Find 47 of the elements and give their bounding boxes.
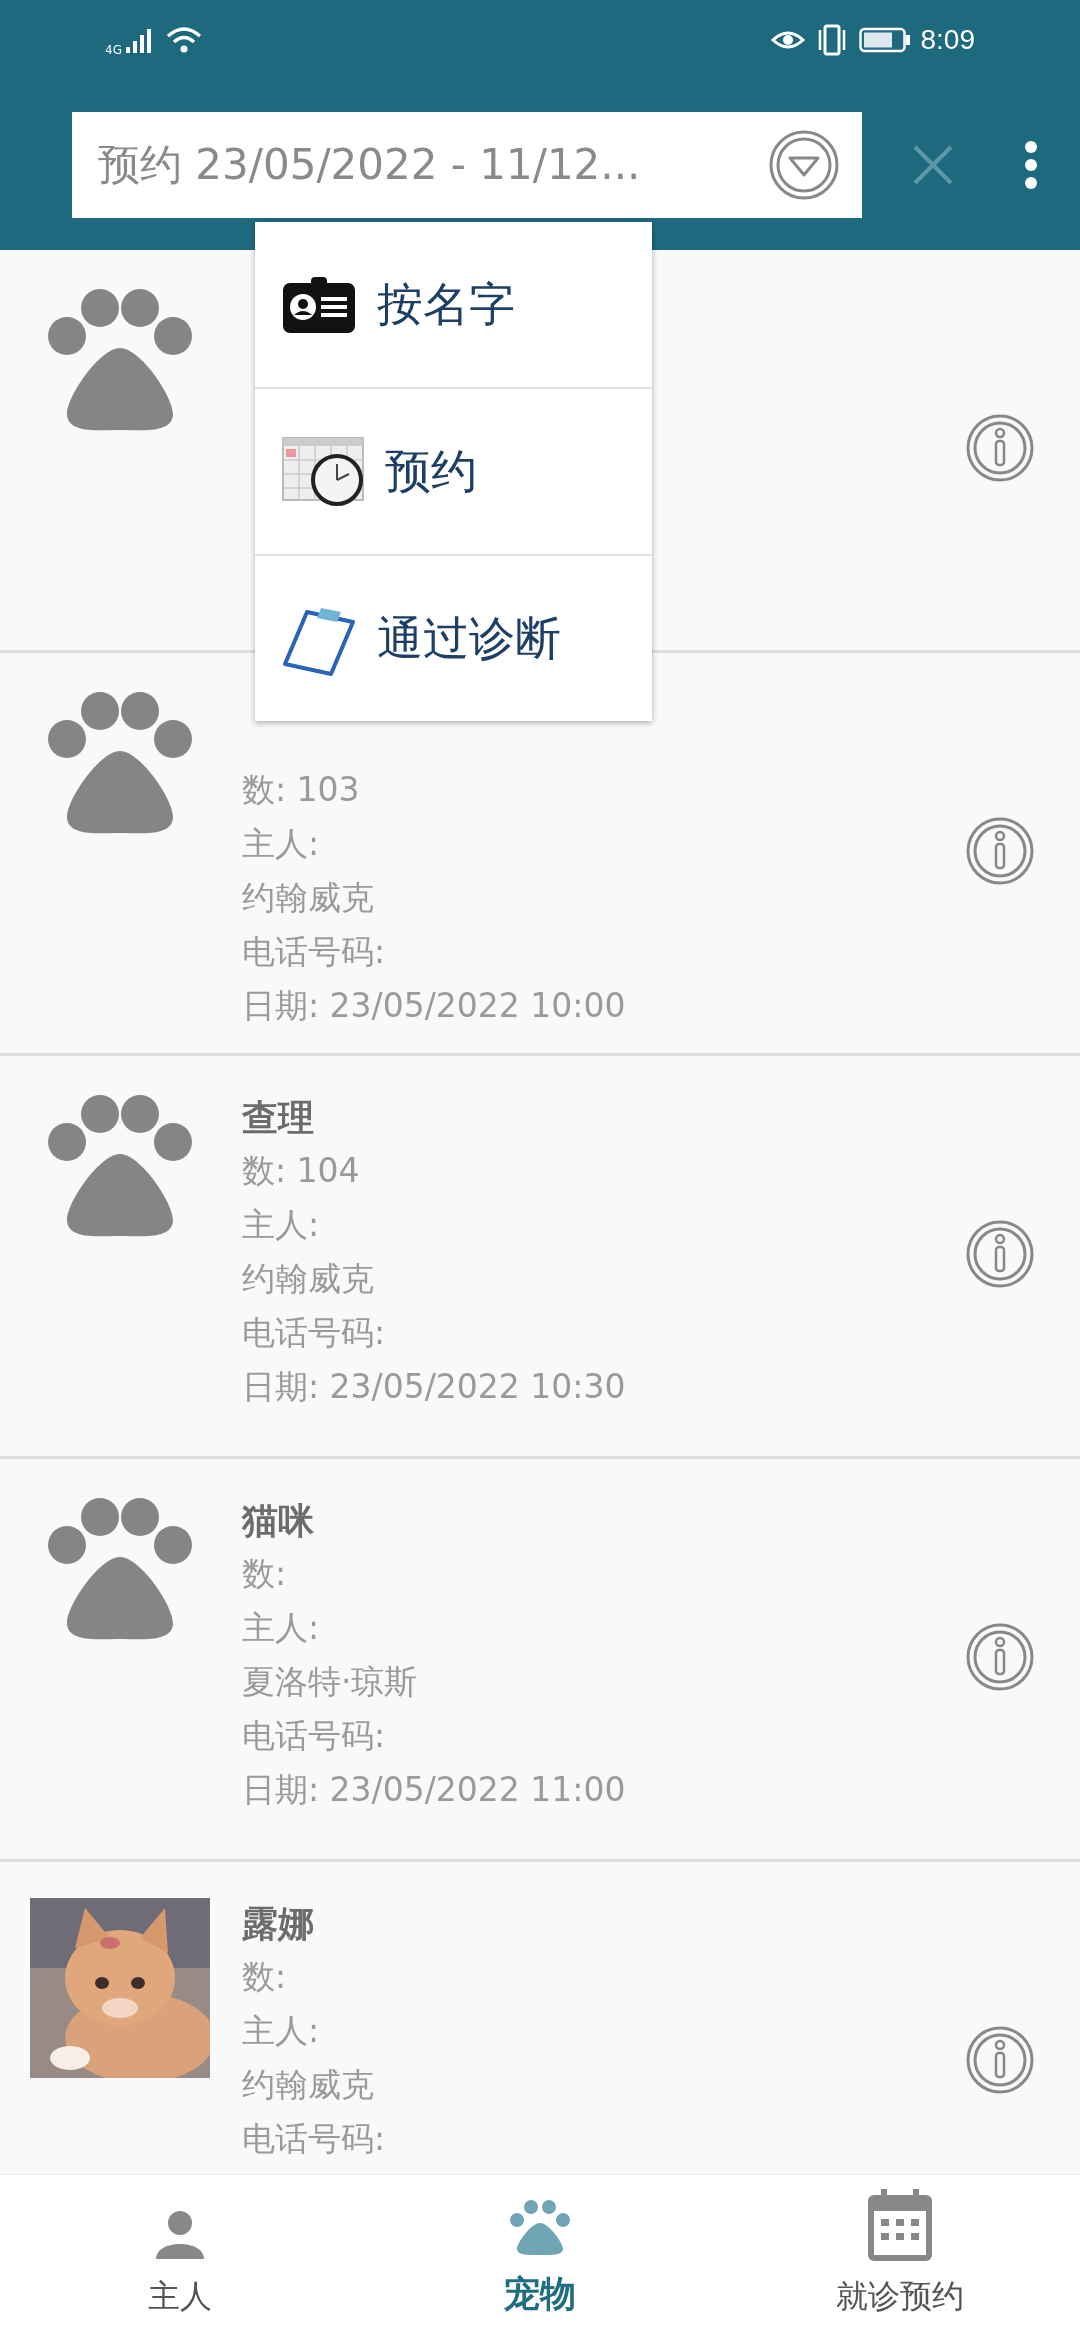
- pet-detail: 数:: [242, 1553, 288, 1595]
- id-card-icon: [281, 274, 357, 335]
- pet-detail: 约翰威克: [242, 1258, 375, 1300]
- menu-item[interactable]: 按名字: [255, 222, 652, 389]
- pet-detail: 日期: 23/05/2022 11:00: [242, 1769, 627, 1811]
- calendar-icon: [867, 2189, 933, 2261]
- dropdown-icon[interactable]: [768, 129, 840, 201]
- info-icon[interactable]: [965, 2025, 1035, 2095]
- pet-detail: 电话号码:: [242, 1715, 387, 1757]
- pet-detail: 日期: 23/05/2022 10:00: [242, 985, 627, 1027]
- clock-time: 8:09: [920, 24, 975, 56]
- info-icon[interactable]: [965, 1622, 1035, 1692]
- wifi-icon: [165, 26, 202, 54]
- pet-detail: 约翰威克: [242, 877, 375, 919]
- pet-detail: 数: 103: [242, 769, 361, 811]
- more-menu-icon[interactable]: [1024, 140, 1038, 190]
- pet-name: 查理: [242, 1096, 315, 1140]
- info-icon[interactable]: [965, 816, 1035, 886]
- info-icon[interactable]: [965, 1219, 1035, 1289]
- pet-detail: 电话号码:: [242, 2118, 387, 2160]
- pet-detail: 数:: [242, 1956, 288, 1998]
- pet-detail: 电话号码:: [242, 1312, 387, 1354]
- pet-card[interactable]: 查理 数: 104 主人: 约翰威克 电话号码: 日期: 23/05/2022 10:30: [0, 1056, 1080, 1459]
- pet-detail: 日期: 23/05/2022 10:30: [242, 1366, 627, 1408]
- pet-detail: 主人:: [242, 1204, 321, 1246]
- search-field[interactable]: 预约 23/05/2022 - 11/12...: [72, 112, 862, 218]
- pet-detail: 约翰威克: [242, 2064, 375, 2106]
- pet-name: 猫咪: [242, 1499, 315, 1543]
- eye-icon: [770, 28, 805, 52]
- nav-tab[interactable]: 主人: [0, 2175, 360, 2339]
- info-icon[interactable]: [965, 413, 1035, 483]
- paw-icon: [509, 2198, 571, 2256]
- pet-card[interactable]: 猫咪 数: 主人: 夏洛特·琼斯 电话号码: 日期: 23/05/2022 11:00: [0, 1459, 1080, 1862]
- pet-detail: 主人:: [242, 823, 321, 865]
- battery-icon: [858, 27, 911, 53]
- pet-detail: 主人:: [242, 2010, 321, 2052]
- pet-detail: 电话号码:: [242, 931, 387, 973]
- pet-name: 露娜: [242, 1902, 315, 1946]
- pet-detail: 数: 104: [242, 1150, 361, 1192]
- network-type: 4G: [105, 43, 122, 57]
- calendar-clock-icon: [281, 435, 365, 508]
- nav-tab[interactable]: 就诊预约: [720, 2175, 1080, 2339]
- menu-item[interactable]: 预约: [255, 389, 652, 556]
- close-icon[interactable]: [912, 144, 954, 186]
- nav-tab[interactable]: 宠物: [360, 2175, 720, 2339]
- pet-detail: 主人:: [242, 1607, 321, 1649]
- pet-detail: 夏洛特·琼斯: [242, 1661, 419, 1703]
